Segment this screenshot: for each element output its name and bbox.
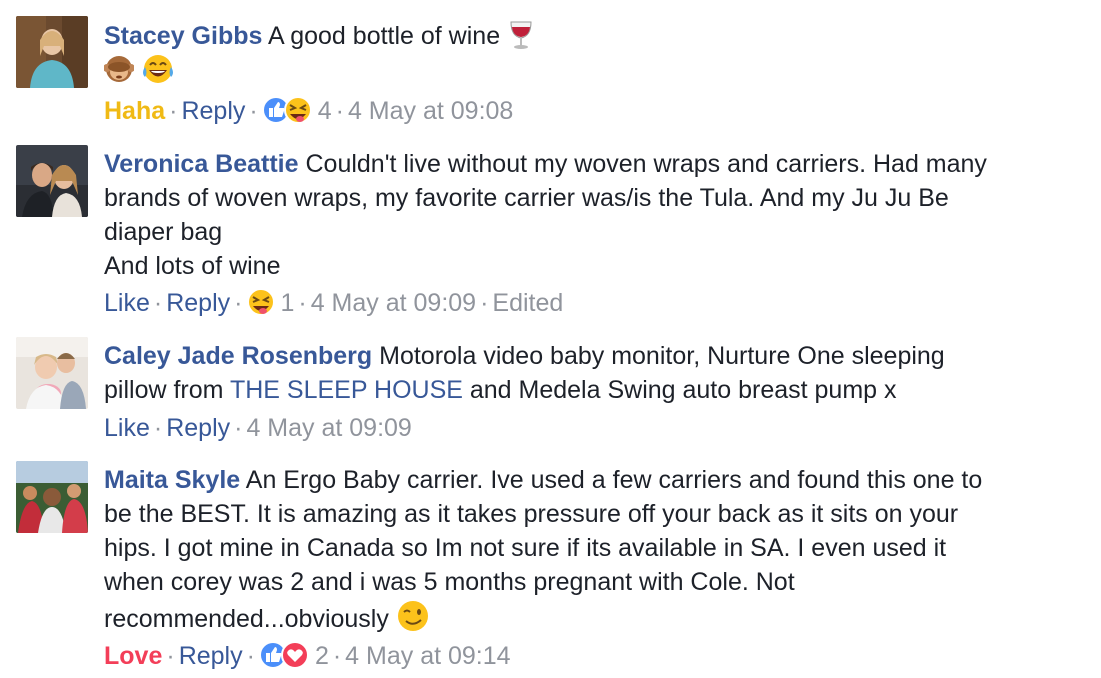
comment-text: hips. I got mine in Canada so Im not sur…: [104, 534, 947, 562]
reaction-button[interactable]: Haha: [104, 97, 165, 125]
reaction-button[interactable]: Love: [104, 642, 162, 670]
timestamp[interactable]: 4 May at 09:09: [311, 289, 476, 317]
avatar[interactable]: [16, 461, 88, 533]
comment-text: be the BEST. It is amazing as it takes p…: [104, 500, 959, 528]
timestamp[interactable]: 4 May at 09:14: [345, 642, 510, 670]
author-name[interactable]: Stacey Gibbs: [104, 22, 262, 50]
comment-body: Stacey Gibbs A good bottle of wine: [104, 19, 1064, 91]
separator: ·: [234, 414, 243, 442]
comment-text: And lots of wine: [104, 252, 281, 280]
reaction-count[interactable]: 1: [280, 289, 294, 317]
separator: ·: [169, 97, 178, 125]
reply-button[interactable]: Reply: [166, 289, 230, 317]
comment-veronica-beattie: Veronica Beattie Couldn't live without m…: [0, 140, 1101, 330]
separator: ·: [234, 289, 243, 317]
comment-maita-skyle: Maita Skyle An Ergo Baby carrier. Ive us…: [0, 450, 1101, 678]
author-name[interactable]: Maita Skyle: [104, 466, 240, 494]
reply-button[interactable]: Reply: [179, 642, 243, 670]
author-name[interactable]: Veronica Beattie: [104, 150, 299, 178]
comment-text: recommended...obviously: [104, 605, 389, 633]
page-link-the-sleep-house[interactable]: THE SLEEP HOUSE: [230, 376, 463, 404]
reply-button[interactable]: Reply: [181, 97, 245, 125]
reaction-count[interactable]: 2: [315, 642, 329, 670]
separator: ·: [246, 642, 255, 670]
author-name[interactable]: Caley Jade Rosenberg: [104, 342, 372, 370]
separator: ·: [332, 642, 342, 670]
comment-actions: Like · Reply · 1 · 4 May at 09:09 · Edited: [104, 286, 563, 320]
comment-text: Couldn't live without my woven wraps and…: [305, 150, 987, 178]
love-reaction-icon: [280, 641, 309, 669]
reaction-summary[interactable]: [261, 95, 314, 125]
comment-caley-jade-rosenberg: Caley Jade Rosenberg Motorola video baby…: [0, 330, 1101, 450]
separator: ·: [153, 289, 163, 317]
reaction-summary[interactable]: [246, 287, 276, 317]
reaction-summary[interactable]: [258, 640, 311, 670]
comment-body: Caley Jade Rosenberg Motorola video baby…: [104, 339, 1064, 407]
reply-button[interactable]: Reply: [166, 414, 230, 442]
comment-text: brands of woven wraps, my favorite carri…: [104, 184, 949, 212]
timestamp[interactable]: 4 May at 09:08: [348, 97, 513, 125]
comment-text: Motorola video baby monitor, Nurture One…: [379, 342, 945, 370]
avatar[interactable]: [16, 337, 88, 409]
comment-body: Maita Skyle An Ergo Baby carrier. Ive us…: [104, 463, 1064, 636]
comment-actions: Haha · Reply · 4 · 4 May at 09:08: [104, 94, 513, 128]
separator: ·: [480, 289, 489, 317]
like-button[interactable]: Like: [104, 289, 150, 317]
wine-glass-icon: [507, 20, 535, 50]
comment-text: A good bottle of wine: [267, 22, 501, 50]
avatar[interactable]: [16, 16, 88, 88]
separator: ·: [298, 289, 307, 317]
comment-text: diaper bag: [104, 218, 223, 246]
comment-text: when corey was 2 and i was 5 months preg…: [104, 568, 795, 596]
winking-face-icon: [396, 599, 430, 633]
comment-actions: Love · Reply · 2 · 4 May at 09:14: [104, 639, 511, 673]
comment-actions: Like · Reply · 4 May at 09:09: [104, 411, 412, 445]
comment-text: and Medela Swing auto breast pump x: [462, 376, 897, 404]
tears-of-joy-icon: [141, 53, 175, 85]
see-no-evil-monkey-icon: [104, 53, 134, 85]
avatar[interactable]: [16, 145, 88, 217]
comment-text: pillow from: [104, 376, 230, 404]
edited-label[interactable]: Edited: [492, 289, 563, 317]
separator: ·: [153, 414, 163, 442]
comment-text: An Ergo Baby carrier. Ive used a few car…: [245, 466, 983, 494]
separator: ·: [249, 97, 258, 125]
separator: ·: [166, 642, 175, 670]
comment-body: Veronica Beattie Couldn't live without m…: [104, 147, 1064, 283]
reaction-count[interactable]: 4: [318, 97, 332, 125]
squinting-tongue-reaction-icon: [247, 288, 276, 316]
timestamp[interactable]: 4 May at 09:09: [246, 414, 411, 442]
like-button[interactable]: Like: [104, 414, 150, 442]
separator: ·: [335, 97, 344, 125]
squinting-tongue-reaction-icon: [283, 96, 312, 124]
comment-stacey-gibbs: Stacey Gibbs A good bottle of wine Haha …: [0, 0, 1101, 140]
